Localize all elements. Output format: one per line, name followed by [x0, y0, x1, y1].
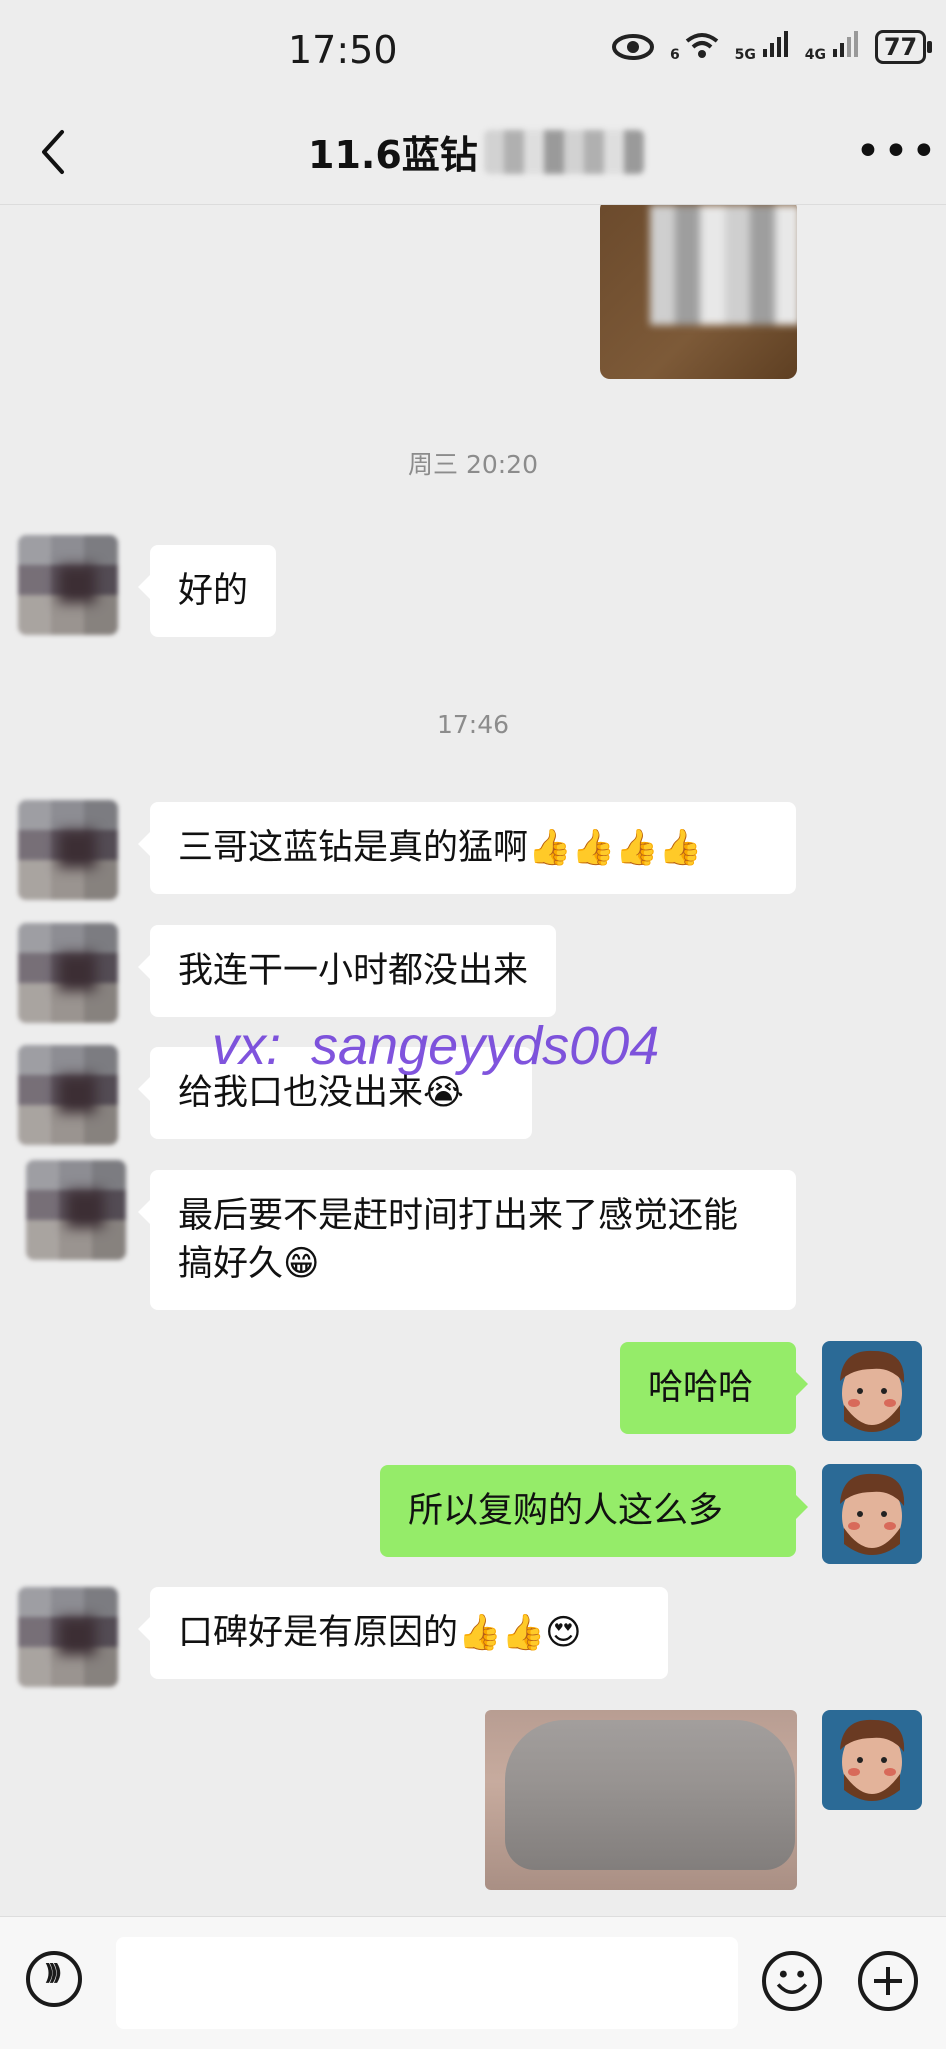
wifi-icon: 6 [670, 31, 719, 63]
message-bubble[interactable]: 三哥这蓝钻是真的猛啊👍👍👍👍 [138, 802, 796, 894]
avatar-contact[interactable] [18, 1587, 118, 1687]
avatar-contact[interactable] [18, 1045, 118, 1145]
image-message-top[interactable] [600, 205, 797, 379]
message-bubble-outgoing[interactable]: 哈哈哈 [620, 1342, 808, 1434]
image-message-bottom[interactable] [485, 1710, 797, 1890]
avatar-self[interactable] [822, 1341, 922, 1441]
message-bubble[interactable]: 好的 [137, 545, 277, 637]
timestamp: 周三 20:20 [408, 450, 538, 479]
message-bubble[interactable]: 我连干一小时都没出来 [137, 925, 557, 1017]
voice-icon[interactable] [26, 1951, 82, 2007]
signal-5g-label: 5G [734, 47, 756, 63]
avatar-self[interactable] [822, 1464, 922, 1564]
emoji-icon[interactable] [762, 1951, 822, 2011]
more-dots-icon[interactable]: ••• [855, 130, 939, 174]
timestamp: 17:46 [436, 710, 510, 739]
status-bar: 17:50 6 5G 4G 77 [0, 0, 946, 100]
image-content [505, 1720, 795, 1870]
avatar-contact[interactable] [18, 923, 118, 1023]
wifi-label: 6 [670, 47, 680, 63]
signal-4g-label: 4G [804, 47, 826, 63]
chat-header: 11.6蓝钻 ••• [0, 100, 946, 205]
image-pixelated [650, 205, 797, 325]
input-bar [0, 1916, 946, 2049]
plus-icon[interactable] [858, 1951, 918, 2011]
avatar-contact[interactable] [18, 535, 118, 635]
status-time: 17:50 [288, 28, 398, 72]
message-bubble[interactable]: 最后要不是赶时间打出来了感觉还能搞好久😁 [138, 1170, 796, 1310]
signal-4g-icon: 4G [805, 31, 859, 63]
message-input[interactable] [116, 1937, 738, 2029]
status-icons: 6 5G 4G 77 [612, 30, 933, 64]
avatar-self[interactable] [822, 1710, 922, 1810]
title-blur [483, 129, 644, 174]
chat-area[interactable]: 周三 20:20 好的 17:46 三哥这蓝钻是真的猛啊👍👍👍👍 我连干一小时都… [0, 205, 946, 1915]
battery-icon: 77 [874, 30, 933, 64]
watermark-text: vx: sangeyyds004 [212, 1016, 660, 1076]
avatar-contact[interactable] [18, 800, 118, 900]
chat-title: 11.6蓝钻 [308, 133, 478, 177]
chat-title-wrap: 11.6蓝钻 [308, 124, 644, 179]
back-chevron-icon[interactable] [38, 128, 68, 176]
signal-5g-icon: 5G [735, 31, 789, 63]
avatar-contact[interactable] [26, 1160, 126, 1260]
eye-icon [612, 34, 654, 60]
message-bubble-outgoing[interactable]: 所以复购的人这么多 [380, 1465, 808, 1557]
message-bubble[interactable]: 口碑好是有原因的👍👍😍 [138, 1587, 668, 1679]
